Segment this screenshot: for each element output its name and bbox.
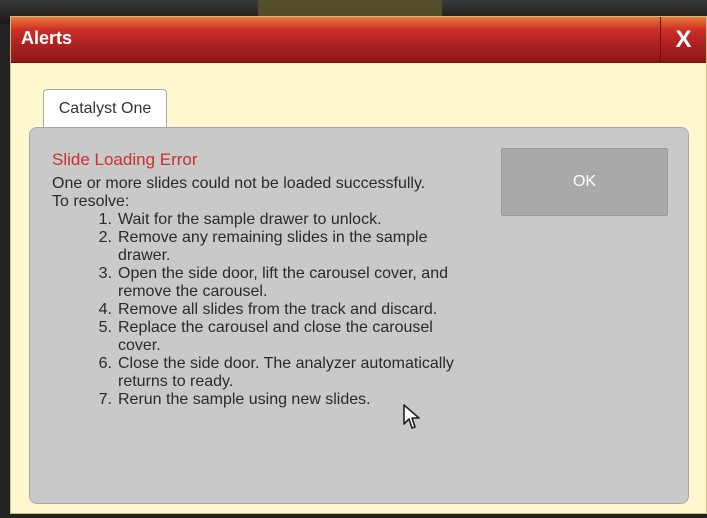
list-item: 7. Rerun the sample using new slides.: [52, 391, 482, 409]
alert-message: One or more slides could not be loaded s…: [52, 175, 482, 409]
close-button[interactable]: X: [660, 17, 706, 63]
step-number: 1.: [98, 211, 112, 228]
list-item: 1. Wait for the sample drawer to unlock.: [52, 211, 482, 229]
window-title: Alerts: [21, 28, 73, 48]
ok-button-label: OK: [572, 173, 597, 190]
list-item: 4. Remove all slides from the track and …: [52, 301, 482, 319]
step-text: Replace the carousel and close the carou…: [118, 319, 433, 354]
alerts-dialog: Alerts X Catalyst One Slide Loading Erro…: [10, 16, 707, 514]
title-bar: Alerts X: [11, 17, 706, 63]
alert-content-panel: Slide Loading Error One or more slides c…: [29, 127, 689, 504]
step-number: 2.: [98, 229, 112, 246]
step-number: 3.: [98, 265, 112, 282]
step-text: Close the side door. The analyzer automa…: [118, 355, 454, 390]
step-number: 5.: [98, 319, 112, 336]
step-text: Rerun the sample using new slides.: [118, 391, 371, 408]
list-item: 6. Close the side door. The analyzer aut…: [52, 355, 482, 391]
ok-button[interactable]: OK: [501, 148, 668, 216]
resolution-steps: 1. Wait for the sample drawer to unlock.…: [52, 211, 482, 409]
step-number: 4.: [98, 301, 112, 318]
screen: Alerts X Catalyst One Slide Loading Erro…: [0, 0, 707, 518]
step-text: Remove all slides from the track and dis…: [118, 301, 438, 318]
message-line: One or more slides could not be loaded s…: [52, 175, 426, 192]
step-text: Wait for the sample drawer to unlock.: [118, 211, 382, 228]
list-item: 5. Replace the carousel and close the ca…: [52, 319, 482, 355]
list-item: 3. Open the side door, lift the carousel…: [52, 265, 482, 301]
error-title: Slide Loading Error: [52, 150, 198, 169]
message-line: To resolve:: [52, 193, 130, 210]
close-icon: X: [675, 26, 692, 53]
tab-label: Catalyst One: [58, 99, 152, 117]
tab-catalyst-one[interactable]: Catalyst One: [43, 89, 167, 127]
step-number: 6.: [98, 355, 112, 372]
step-number: 7.: [98, 391, 112, 408]
list-item: 2. Remove any remaining slides in the sa…: [52, 229, 482, 265]
step-text: Open the side door, lift the carousel co…: [118, 265, 448, 300]
step-text: Remove any remaining slides in the sampl…: [118, 229, 428, 264]
